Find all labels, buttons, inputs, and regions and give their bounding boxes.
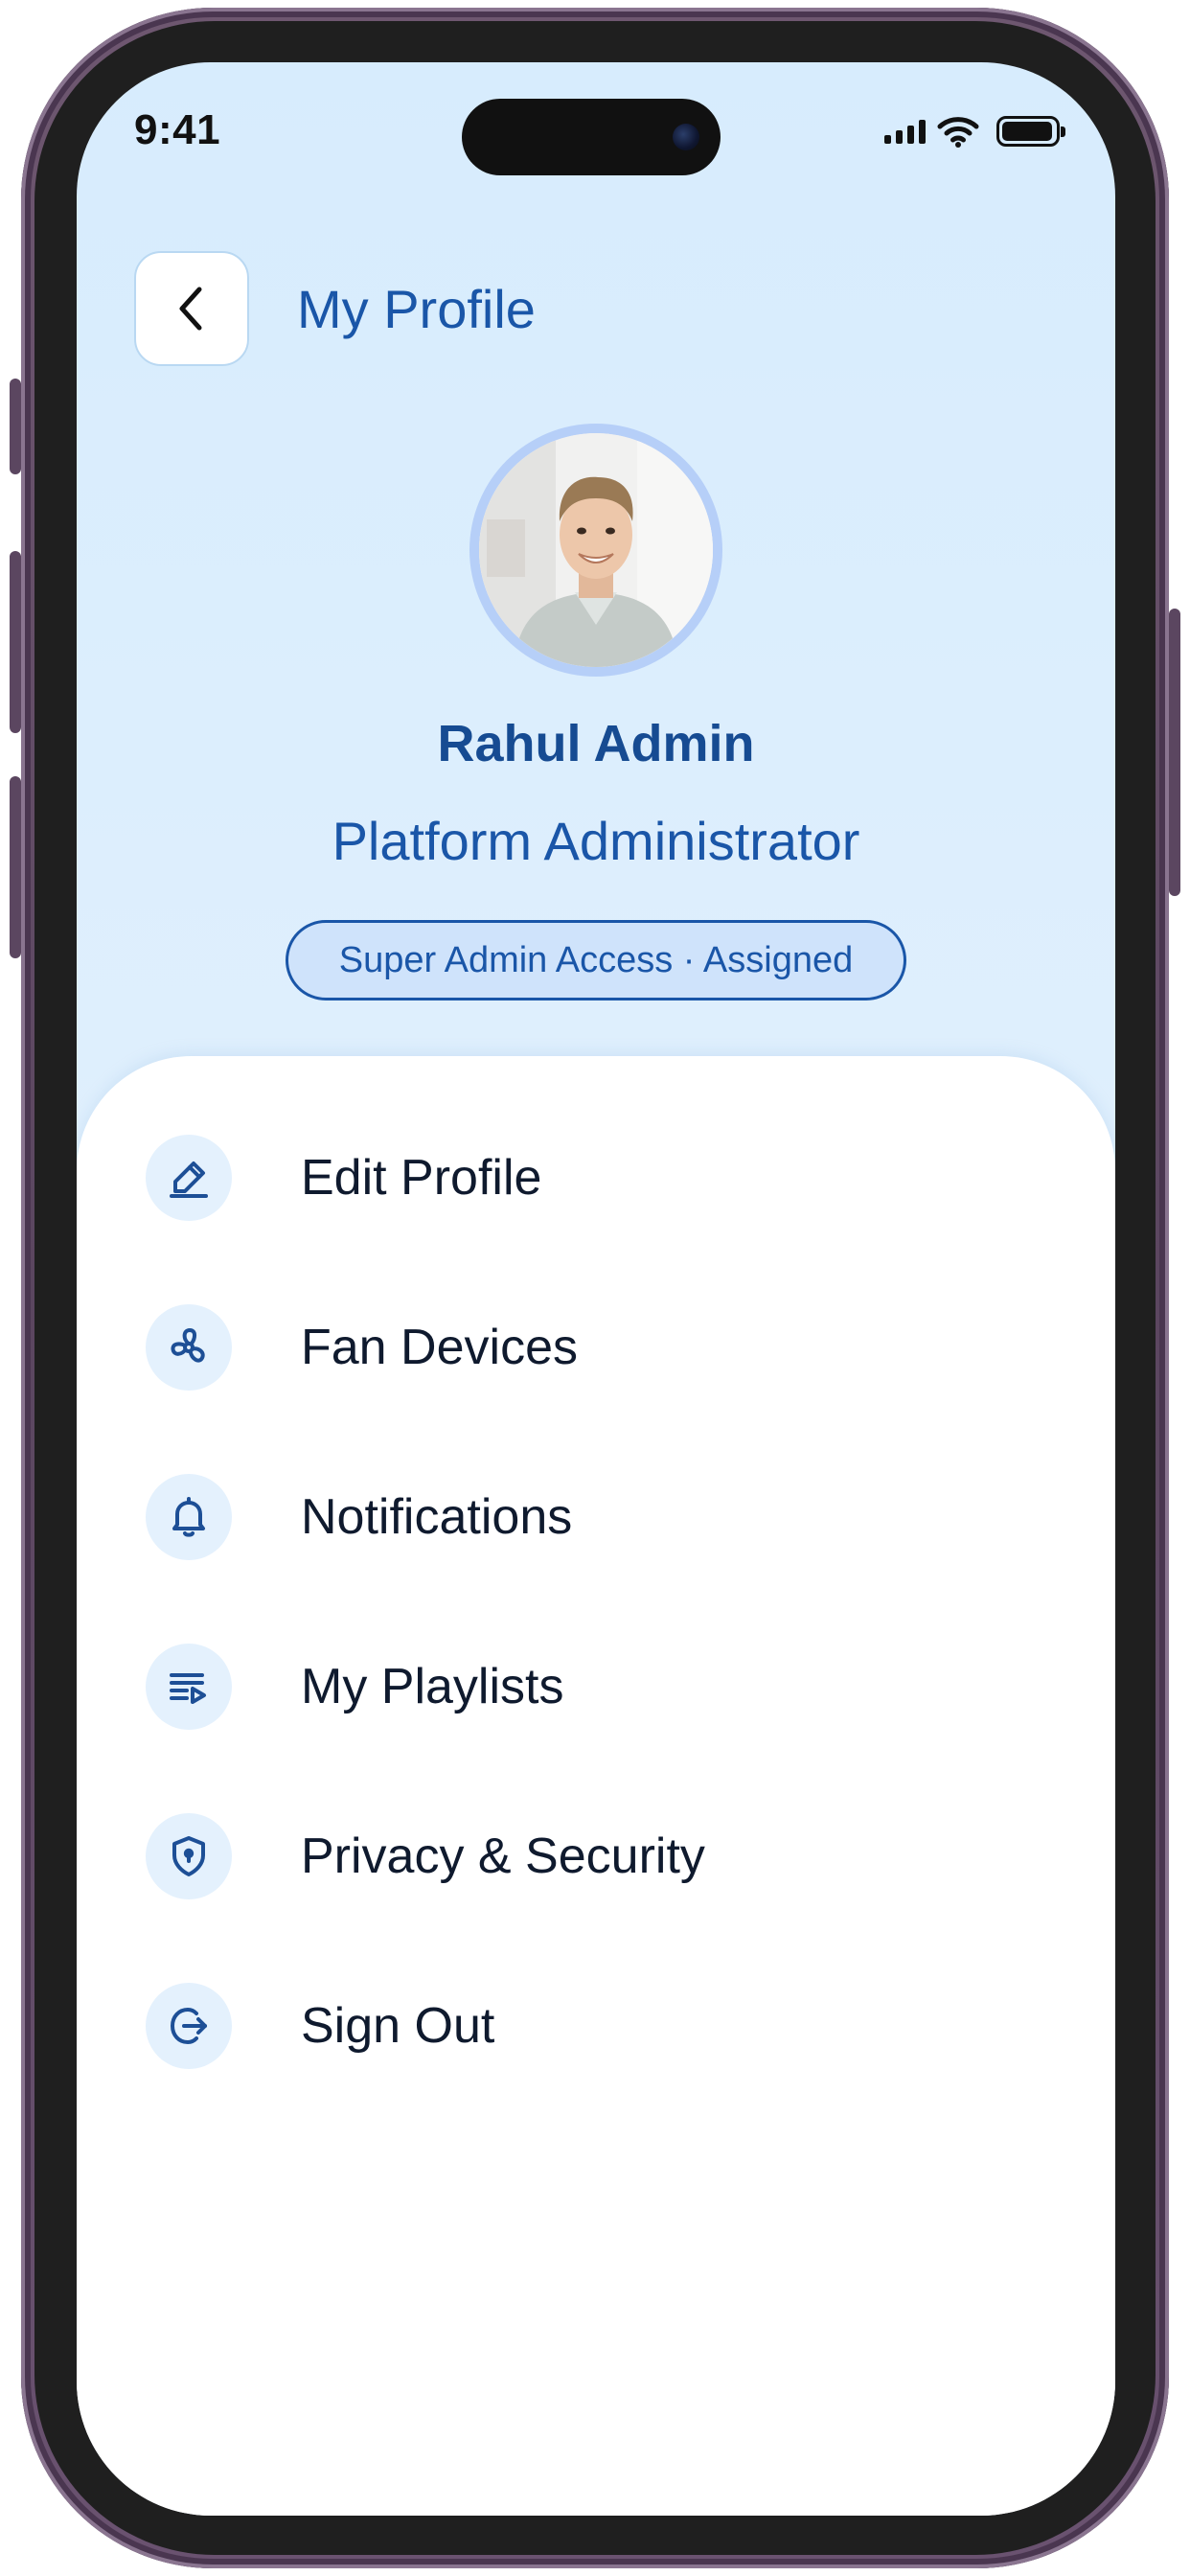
menu-label: My Playlists (301, 1659, 564, 1714)
power-button (1169, 609, 1180, 896)
menu-item-fan-devices[interactable]: Fan Devices (77, 1304, 1115, 1474)
dynamic-island (462, 99, 721, 175)
fan-icon (146, 1304, 232, 1391)
phone-screen: 9:41 My Profile Rahul Admin Platform Adm… (77, 62, 1115, 2516)
shield-lock-icon (146, 1813, 232, 1899)
bell-icon (146, 1474, 232, 1560)
camera-icon (673, 124, 699, 150)
battery-icon (996, 116, 1065, 147)
menu-item-my-playlists[interactable]: My Playlists (77, 1644, 1115, 1813)
menu-item-sign-out[interactable]: Sign Out (77, 1983, 1115, 2152)
volume-up-button (10, 551, 21, 733)
menu-item-privacy-security[interactable]: Privacy & Security (77, 1813, 1115, 1983)
menu-label: Notifications (301, 1489, 573, 1545)
wifi-icon (937, 117, 979, 148)
menu-label: Edit Profile (301, 1150, 542, 1206)
chevron-left-icon (179, 287, 202, 331)
avatar (479, 433, 713, 667)
playlist-icon (146, 1644, 232, 1730)
status-time: 9:41 (134, 106, 221, 153)
back-button[interactable] (134, 251, 249, 366)
page-title: My Profile (297, 279, 536, 339)
menu-label: Sign Out (301, 1998, 495, 2054)
menu-label: Privacy & Security (301, 1828, 705, 1884)
profile-menu: Edit Profile Fan Devices Notifications M… (77, 1135, 1115, 2152)
action-button (10, 379, 21, 474)
avatar-ring (469, 424, 722, 677)
volume-down-button (10, 776, 21, 958)
profile-role: Platform Administrator (332, 811, 860, 871)
access-badge: Super Admin Access · Assigned (286, 920, 906, 1000)
sign-out-icon (146, 1983, 232, 2069)
menu-item-edit-profile[interactable]: Edit Profile (77, 1135, 1115, 1304)
pencil-icon (146, 1135, 232, 1221)
menu-item-notifications[interactable]: Notifications (77, 1474, 1115, 1644)
stage: 9:41 My Profile Rahul Admin Platform Adm… (0, 0, 1190, 2576)
status-icons (884, 114, 1065, 149)
menu-label: Fan Devices (301, 1320, 578, 1375)
cellular-signal-icon (884, 119, 926, 144)
profile-name: Rahul Admin (437, 715, 755, 772)
